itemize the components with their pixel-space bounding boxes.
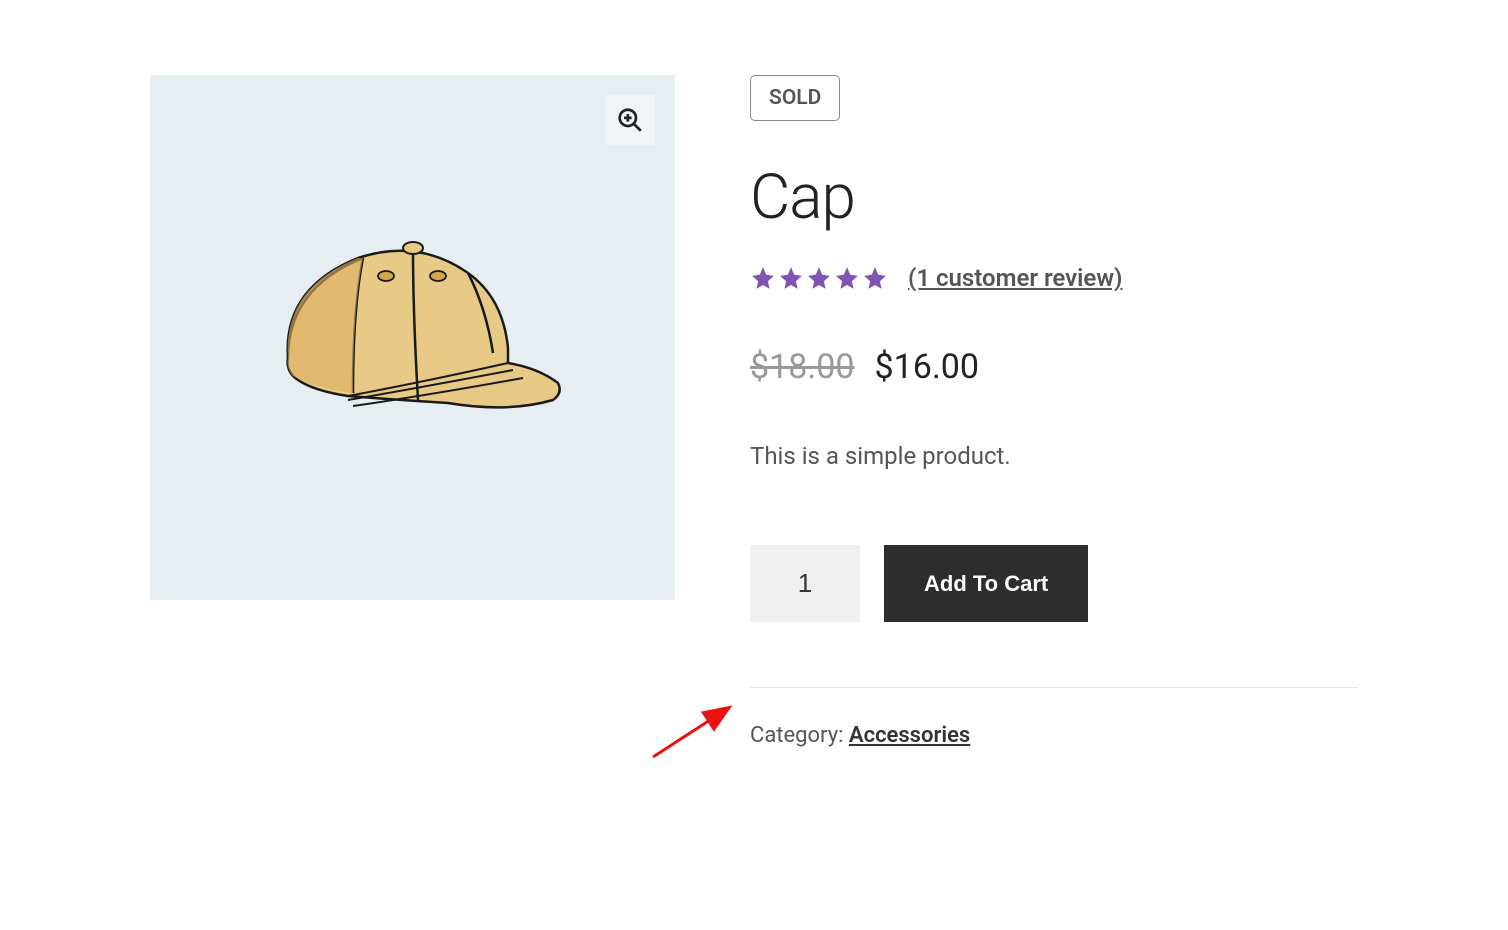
add-to-cart-button[interactable]: Add To Cart xyxy=(884,545,1088,622)
product-meta: Category: Accessories xyxy=(750,687,1358,748)
new-price: $16.00 xyxy=(875,347,980,387)
product-title: Cap xyxy=(750,161,1358,234)
product-container: SOLD Cap (1 customer review) $18.00 $16.… xyxy=(0,0,1508,748)
zoom-icon[interactable] xyxy=(605,95,655,145)
old-price: $18.00 xyxy=(750,347,855,387)
product-description: This is a simple product. xyxy=(750,442,1358,470)
cart-row: Add To Cart xyxy=(750,545,1358,622)
star-icon xyxy=(750,265,776,291)
star-icon xyxy=(862,265,888,291)
review-link[interactable]: (1 customer review) xyxy=(908,264,1122,292)
product-image[interactable] xyxy=(150,75,675,600)
star-icon xyxy=(806,265,832,291)
category-label: Category: xyxy=(750,723,849,748)
product-details: SOLD Cap (1 customer review) $18.00 $16.… xyxy=(750,75,1358,748)
quantity-input[interactable] xyxy=(750,545,860,622)
star-icon xyxy=(834,265,860,291)
rating-stars xyxy=(750,265,888,291)
cap-illustration-icon xyxy=(258,228,568,448)
star-icon xyxy=(778,265,804,291)
rating-row: (1 customer review) xyxy=(750,264,1358,292)
category-link[interactable]: Accessories xyxy=(849,723,970,748)
price-row: $18.00 $16.00 xyxy=(750,347,1358,387)
sold-badge: SOLD xyxy=(750,75,840,121)
